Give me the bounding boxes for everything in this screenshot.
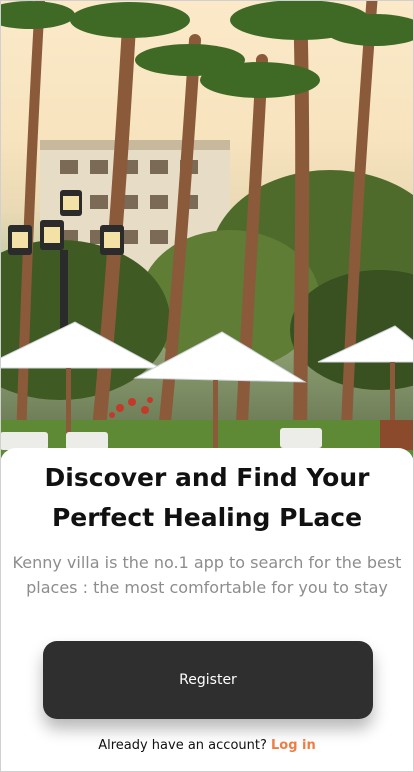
hero-image bbox=[0, 0, 414, 470]
resort-photo-icon bbox=[0, 0, 414, 470]
headline-line-1: Discover and Find Your bbox=[44, 463, 370, 492]
headline-line-2: Perfect Healing PLace bbox=[51, 503, 363, 532]
login-prompt: Already have an account? Log in bbox=[0, 738, 414, 753]
subtitle-line-2: places : the most comfortable for you to… bbox=[26, 578, 388, 597]
register-button[interactable]: Register bbox=[43, 641, 373, 719]
content-card bbox=[0, 448, 414, 772]
account-prompt-text: Already have an account? bbox=[98, 738, 267, 753]
subtitle-line-1: Kenny villa is the no.1 app to search fo… bbox=[12, 553, 402, 572]
login-link[interactable]: Log in bbox=[271, 738, 316, 753]
